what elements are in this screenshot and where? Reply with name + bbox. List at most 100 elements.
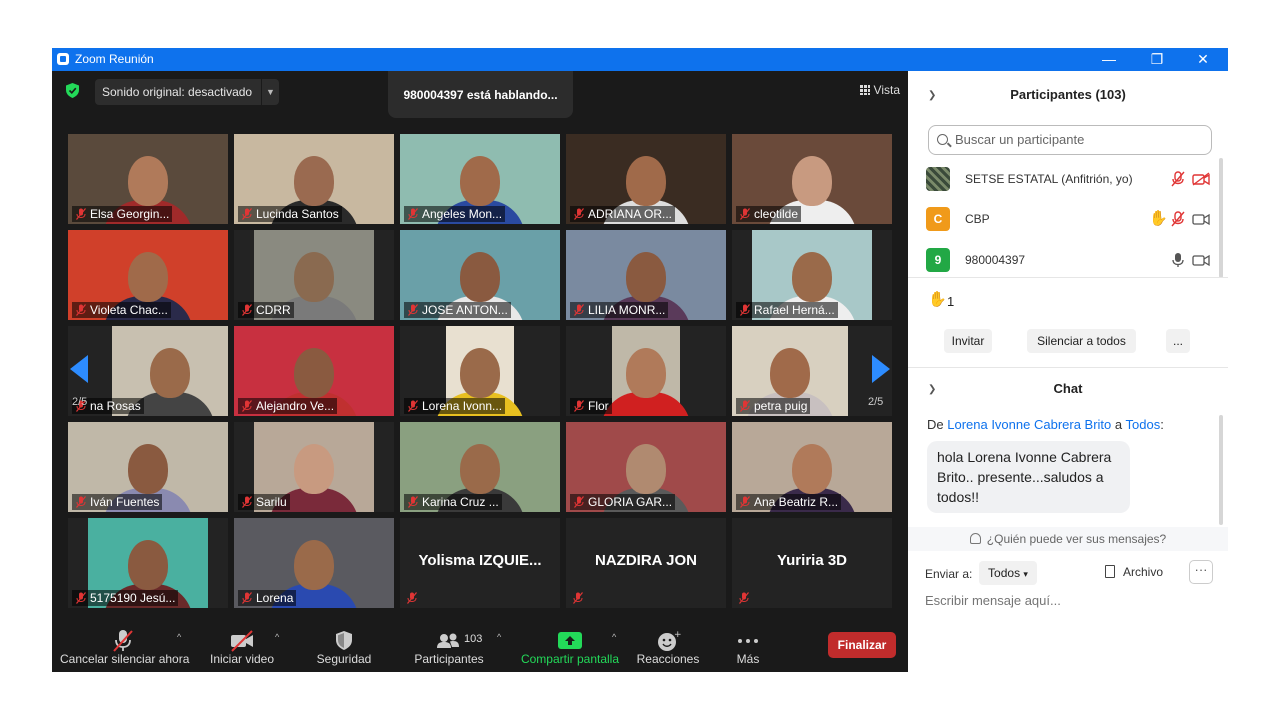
participant-video-tile[interactable]: Ana Beatriz R... [732,422,892,512]
reactions-button[interactable]: + Reacciones [632,626,704,672]
participant-video-tile[interactable]: na Rosas [68,326,228,416]
participant-video-tile[interactable]: Elsa Georgin... [68,134,228,224]
participant-video-tile[interactable]: cleotilde [732,134,892,224]
participants-button[interactable]: 103 Participantes [410,626,488,672]
participant-name: SETSE ESTATAL (Anfitrión, yo) [965,172,1133,186]
participant-row-host[interactable]: SETSE ESTATAL (Anfitrión, yo) [926,167,1210,193]
participant-video-tile[interactable]: GLORIA GAR... [566,422,726,512]
chat-more-button[interactable]: ··· [1189,560,1213,584]
participant-video-tile[interactable]: Rafael Herná... [732,230,892,320]
participant-name-label: GLORIA GAR... [570,494,676,510]
recipient-dropdown-value: Todos [988,566,1021,580]
participant-name-label: Iván Fuentes [72,494,163,510]
muted-microphone-icon [408,208,418,220]
participant-name-label: LILIA MONR... [570,302,669,318]
restore-button[interactable]: ❐ [1142,50,1172,68]
participant-name: 980004397 [965,253,1026,267]
participant-video-tile[interactable]: Iván Fuentes [68,422,228,512]
participant-video-tile[interactable]: LILIA MONR... [566,230,726,320]
microphone-icon[interactable] [1171,252,1185,268]
participant-video-tile[interactable]: Flor [566,326,726,416]
participant-name-label: Lorena [238,590,297,606]
participant-video-tile[interactable]: Lucinda Santos [234,134,394,224]
participant-name-label: ADRIANA OR... [570,206,676,222]
side-panel: ❯ Participantes (103) Buscar un particip… [908,71,1228,672]
muted-microphone-icon [574,208,584,220]
participant-video-tile[interactable]: Yuriria 3D [732,518,892,608]
participants-scrollbar[interactable] [1219,158,1223,278]
end-meeting-button[interactable]: Finalizar [828,632,896,658]
chevron-down-icon[interactable]: ▼ [261,79,279,105]
muted-microphone-icon [242,592,252,604]
participant-video-tile[interactable]: Karina Cruz ... [400,422,560,512]
file-button[interactable]: Archivo [1105,565,1163,579]
participant-row-cbp[interactable]: C CBP ✋ [926,207,1210,233]
gallery-grid-icon [859,85,870,95]
muted-microphone-icon [574,496,584,508]
participant-video-tile[interactable]: Lorena [234,518,394,608]
chat-scrollbar[interactable] [1219,415,1223,525]
participant-name-label: Sarilu [238,494,290,510]
participant-row-980004397[interactable]: 9 980004397 [926,248,1210,274]
participant-video-tile[interactable]: Angeles Mon... [400,134,560,224]
unmute-button[interactable]: Cancelar silenciar ahora [60,626,189,672]
close-button[interactable]: ✕ [1188,50,1218,68]
view-button[interactable]: Vista [859,83,900,97]
participant-name: Alejandro Ve... [256,399,335,413]
participants-icon [437,633,459,648]
recipient-dropdown[interactable]: Todos ▾ [979,561,1037,585]
video-off-icon[interactable] [1192,172,1210,186]
participants-chevron-icon[interactable]: ^ [497,632,501,642]
audio-options-chevron-icon[interactable]: ^ [177,632,181,642]
title-bar: Zoom Reunión — ❐ ✕ [52,48,1228,71]
reactions-smiley-icon: + [658,630,681,651]
participant-name: Angeles Mon... [422,207,503,221]
muted-microphone-icon[interactable] [1171,171,1185,187]
participant-video-tile[interactable]: Alejandro Ve... [234,326,394,416]
file-icon [1105,565,1115,578]
participant-video-tile[interactable]: Yolisma IZQUIE... [400,518,560,608]
previous-page-arrow-icon[interactable] [70,355,88,383]
muted-microphone-icon [242,400,252,412]
participant-name: LILIA MONR... [588,303,666,317]
participant-video-tile[interactable]: Sarilu [234,422,394,512]
security-button[interactable]: Seguridad [310,626,378,672]
share-options-chevron-icon[interactable]: ^ [612,632,616,642]
participant-video-tile[interactable]: 5175190 Jesú... [68,518,228,608]
mute-all-button[interactable]: Silenciar a todos [1027,329,1136,353]
minimize-button[interactable]: — [1094,50,1124,68]
participant-video-tile[interactable]: CDRR [234,230,394,320]
muted-microphone-icon[interactable] [1171,211,1185,227]
share-screen-label: Compartir pantalla [520,652,620,666]
participant-search-input[interactable]: Buscar un participante [928,125,1212,155]
video-options-chevron-icon[interactable]: ^ [275,632,279,642]
video-camera-icon[interactable] [1192,253,1210,267]
participant-name: na Rosas [90,399,141,413]
zoom-window: Zoom Reunión — ❐ ✕ Sonido original: desa… [52,48,1228,672]
participant-name-label: 5175190 Jesú... [72,590,179,606]
participants-label: Participantes [414,652,484,666]
message-visibility-bar[interactable]: ¿Quién puede ver sus mensajes? [908,527,1228,551]
chat-sender-name[interactable]: Lorena Ivonne Cabrera Brito [947,417,1111,432]
more-options-button[interactable]: Más [724,626,772,672]
participant-name-label: petra puig [736,398,811,414]
participant-video-tile[interactable]: Violeta Chac... [68,230,228,320]
participant-video-tile[interactable]: Lorena Ivonn... [400,326,560,416]
participant-video-tile[interactable]: NAZDIRA JON [566,518,726,608]
encryption-shield-icon[interactable] [66,83,79,98]
participants-more-button[interactable]: ... [1166,329,1190,353]
participant-video-tile[interactable]: ADRIANA OR... [566,134,726,224]
chat-message-input[interactable] [925,593,1215,608]
chat-recipient[interactable]: Todos [1126,417,1161,432]
participant-name-label: Rafael Herná... [736,302,838,318]
share-screen-button[interactable]: Compartir pantalla [514,626,626,672]
invite-button[interactable]: Invitar [944,329,992,353]
participant-video-tile[interactable]: JOSE ANTON... [400,230,560,320]
start-video-button[interactable]: Iniciar video [204,626,280,672]
participant-name-label: Elsa Georgin... [72,206,173,222]
reactions-label: Reacciones [636,652,700,666]
video-camera-icon[interactable] [1192,212,1210,226]
original-sound-button[interactable]: Sonido original: desactivado ▼ [95,79,279,105]
participant-name: Iván Fuentes [90,495,160,509]
next-page-arrow-icon[interactable] [872,355,890,383]
